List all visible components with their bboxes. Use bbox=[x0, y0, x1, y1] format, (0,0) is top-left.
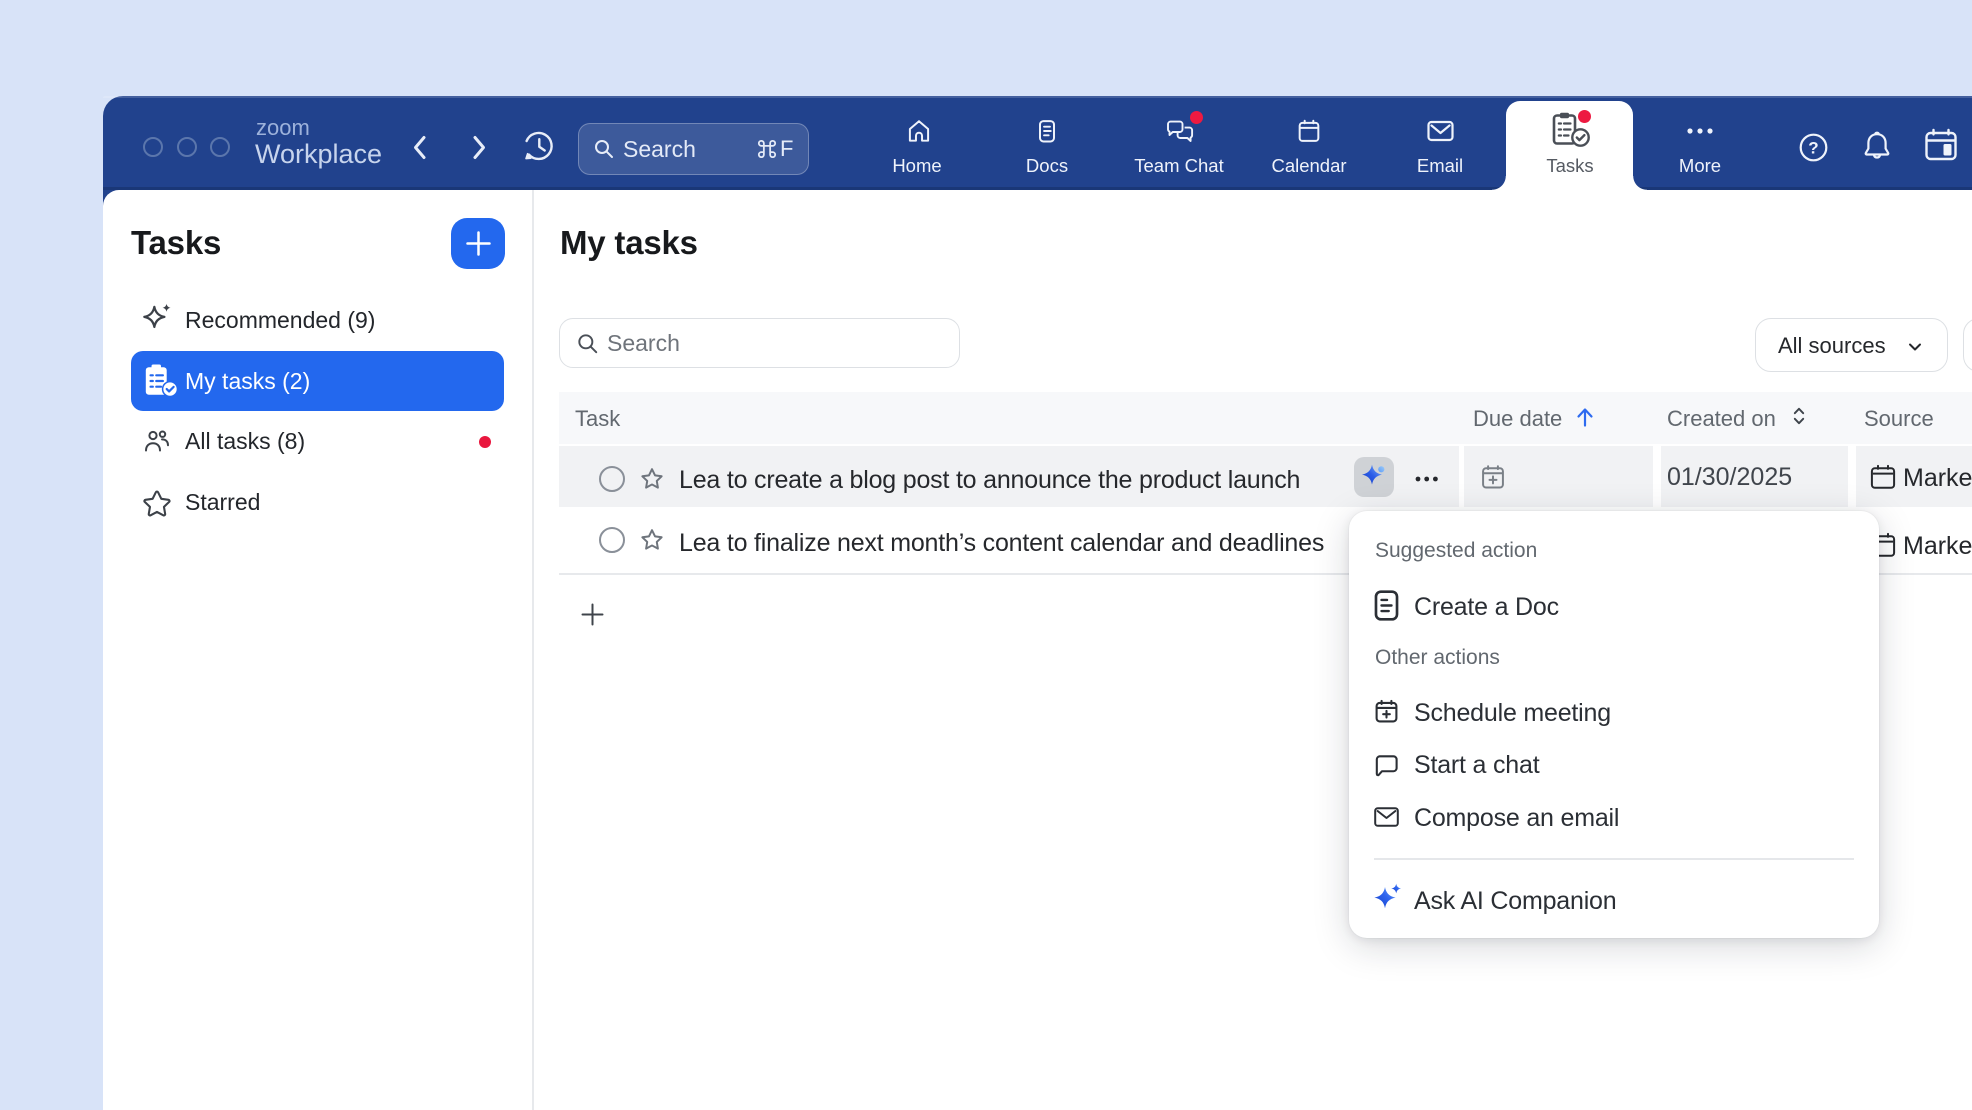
svg-text:?: ? bbox=[1808, 139, 1818, 158]
